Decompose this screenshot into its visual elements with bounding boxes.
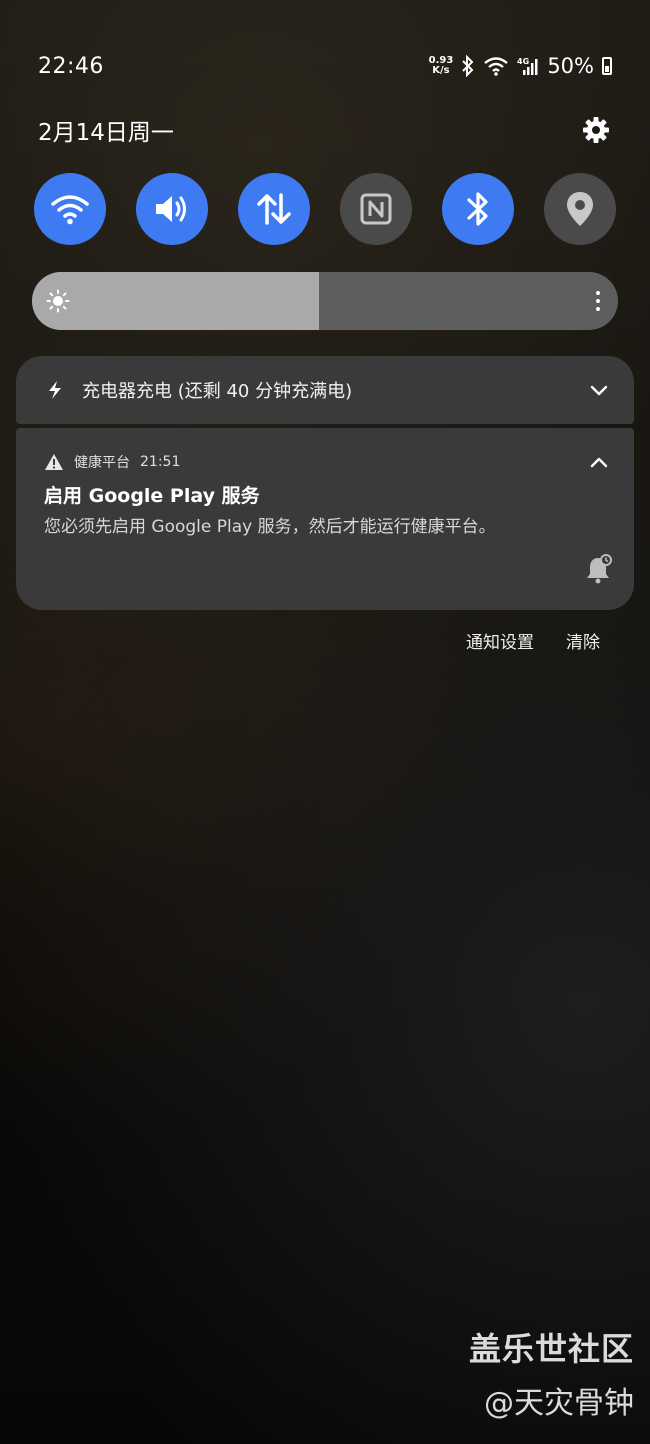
notification-title: 启用 Google Play 服务 bbox=[44, 485, 260, 507]
notification-header: 健康平台 21:51 bbox=[44, 452, 180, 472]
toggle-sound[interactable] bbox=[136, 173, 208, 245]
toggle-mobile-data[interactable] bbox=[238, 173, 310, 245]
bluetooth-status-icon bbox=[462, 55, 474, 77]
chevron-up-icon[interactable] bbox=[590, 456, 608, 468]
brightness-fill bbox=[32, 272, 320, 330]
location-icon bbox=[567, 192, 593, 226]
charging-text: 充电器充电 (还剩 40 分钟充满电) bbox=[82, 381, 353, 402]
signal-4g-icon: 4G bbox=[517, 57, 538, 75]
date-label: 2月14日周一 bbox=[38, 120, 174, 146]
bluetooth-icon bbox=[467, 192, 488, 226]
clear-all-button[interactable]: 清除 bbox=[566, 628, 600, 653]
battery-percent: 50% bbox=[547, 54, 594, 78]
watermark-title: 盖乐世社区 bbox=[468, 1330, 634, 1368]
gear-icon bbox=[583, 117, 609, 143]
watermark: 盖乐世社区 @天灾骨钟 bbox=[469, 1324, 634, 1422]
watermark-user: @天灾骨钟 bbox=[484, 1386, 634, 1421]
nfc-icon bbox=[360, 193, 392, 225]
toggle-bluetooth[interactable] bbox=[442, 173, 514, 245]
health-notification[interactable]: 健康平台 21:51 启用 Google Play 服务 您必须先启用 Goog… bbox=[16, 428, 634, 610]
settings-button[interactable] bbox=[580, 114, 612, 146]
brightness-slider[interactable] bbox=[32, 272, 618, 330]
notification-settings-button[interactable]: 通知设置 bbox=[466, 628, 534, 653]
wifi-icon bbox=[51, 195, 89, 225]
notification-body: 您必须先启用 Google Play 服务，然后才能运行健康平台。 bbox=[44, 517, 496, 537]
notification-time: 21:51 bbox=[140, 454, 181, 470]
battery-icon bbox=[602, 57, 612, 75]
charging-notification[interactable]: 充电器充电 (还剩 40 分钟充满电) bbox=[16, 356, 634, 424]
network-speed: 0.93 K/s bbox=[429, 56, 454, 76]
date-row: 2月14日周一 bbox=[38, 110, 612, 150]
data-arrows-icon bbox=[257, 193, 291, 225]
toggle-nfc[interactable] bbox=[340, 173, 412, 245]
sun-icon bbox=[46, 289, 70, 313]
svg-text:4G: 4G bbox=[517, 57, 529, 66]
clock: 22:46 bbox=[38, 53, 104, 79]
notification-app-name: 健康平台 bbox=[74, 455, 130, 471]
warning-icon bbox=[45, 454, 63, 470]
quick-settings-toggles bbox=[34, 173, 616, 245]
status-bar: 22:46 0.93 K/s 4G 50% bbox=[38, 48, 612, 84]
status-icons: 0.93 K/s 4G 50% bbox=[429, 54, 612, 78]
net-speed-unit: K/s bbox=[432, 65, 450, 76]
volume-icon bbox=[156, 196, 186, 222]
toggle-wifi[interactable] bbox=[34, 173, 106, 245]
brightness-more-icon[interactable] bbox=[594, 291, 602, 311]
wifi-status-icon bbox=[484, 57, 509, 76]
snooze-bell-icon[interactable] bbox=[584, 554, 612, 584]
chevron-down-icon[interactable] bbox=[590, 384, 608, 396]
lightning-icon bbox=[49, 381, 61, 399]
toggle-location[interactable] bbox=[544, 173, 616, 245]
notification-actions: 通知设置 清除 bbox=[466, 628, 600, 653]
